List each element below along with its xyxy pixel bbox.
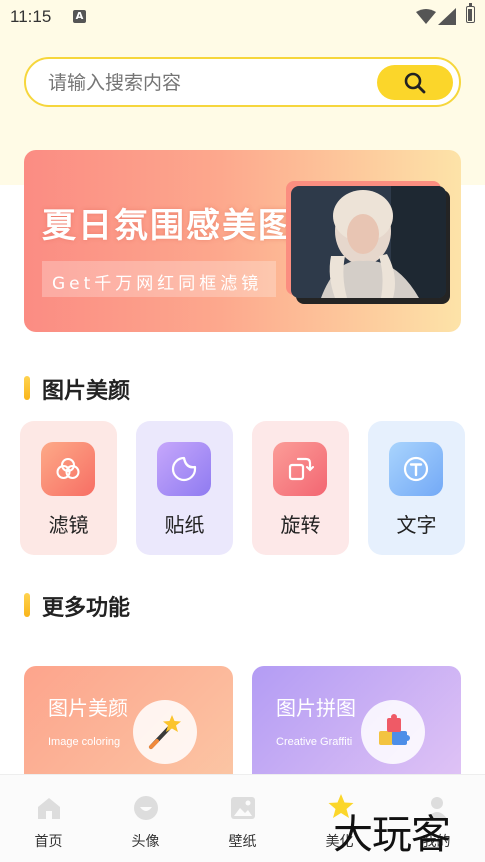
watermark-text: 大玩客 <box>333 812 451 858</box>
feature-beauty-title: 图片美颜 <box>48 696 128 720</box>
status-bar: 11:15 A <box>0 0 485 34</box>
home-icon <box>38 798 60 819</box>
tool-sticker-label: 贴纸 <box>164 513 205 537</box>
notification-a-icon: A <box>73 10 86 23</box>
tool-rotate-label: 旋转 <box>280 513 321 537</box>
nav-item-avatar[interactable]: 头像 <box>97 775 194 862</box>
puzzle-icon <box>361 700 425 764</box>
signal-icon <box>438 8 456 25</box>
text-icon <box>389 442 443 496</box>
promo-banner[interactable]: 夏日氛围感美图 Get千万网红同框滤镜 <box>24 150 461 332</box>
feature-beauty-subtitle: Image coloring <box>48 736 121 748</box>
rotate-icon <box>273 442 327 496</box>
search-bar <box>24 57 461 107</box>
feature-collage-title: 图片拼图 <box>276 696 356 720</box>
magic-wand-icon <box>133 700 197 764</box>
banner-title: 夏日氛围感美图 <box>42 206 294 246</box>
status-time: 11:15 <box>10 7 52 26</box>
battery-icon <box>466 3 475 23</box>
tool-filter-label: 滤镜 <box>48 513 89 537</box>
section-title-more: 更多功能 <box>24 590 130 622</box>
nav-label-wallpaper: 壁纸 <box>228 834 257 850</box>
tool-rotate[interactable]: 旋转 <box>252 421 349 555</box>
search-input[interactable] <box>48 72 368 94</box>
search-button[interactable] <box>377 65 453 100</box>
banner-subtitle-box: Get千万网红同框滤镜 <box>42 261 276 297</box>
banner-photo <box>291 186 446 298</box>
tool-text-label: 文字 <box>396 513 437 537</box>
banner-subtitle: Get千万网红同框滤镜 <box>52 274 263 294</box>
nav-item-wallpaper[interactable]: 壁纸 <box>194 775 291 862</box>
filter-icon <box>41 442 95 496</box>
wifi-icon <box>416 9 436 24</box>
feature-collage-subtitle: Creative Graffiti <box>276 736 353 748</box>
wallpaper-icon <box>231 797 255 819</box>
section-title-beauty: 图片美颜 <box>24 373 130 405</box>
tool-filter[interactable]: 滤镜 <box>20 421 117 555</box>
sticker-icon <box>157 442 211 496</box>
tool-sticker[interactable]: 贴纸 <box>136 421 233 555</box>
nav-label-avatar: 头像 <box>131 834 160 850</box>
search-icon <box>404 72 426 94</box>
nav-label-home: 首页 <box>34 834 63 850</box>
tool-text[interactable]: 文字 <box>368 421 465 555</box>
nav-item-home[interactable]: 首页 <box>0 775 97 862</box>
avatar-icon <box>134 796 158 820</box>
